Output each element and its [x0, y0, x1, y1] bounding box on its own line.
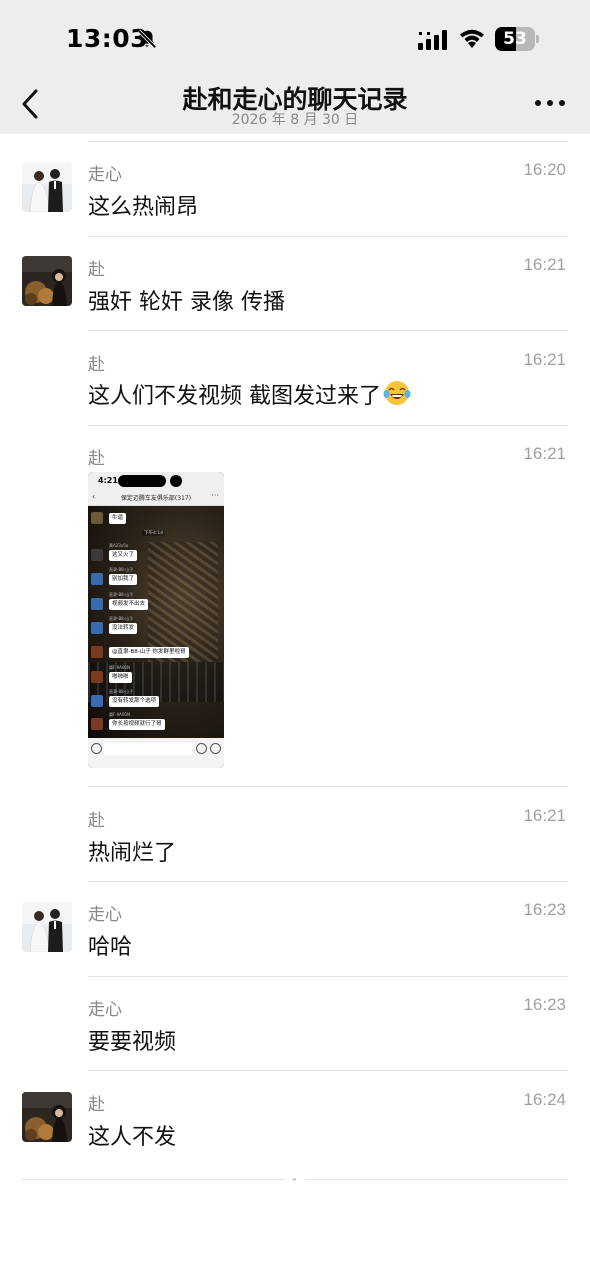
- battery-tip: [536, 35, 539, 43]
- sender-name: 赴: [88, 260, 105, 280]
- shot-avatar: [91, 573, 103, 585]
- message-time: 16:21: [523, 255, 566, 274]
- sender-name: 赴: [88, 355, 105, 375]
- sender-name: 赴: [88, 1095, 105, 1115]
- sender-name: 赴: [88, 811, 105, 831]
- shot-bubble: 啪啪啪: [109, 672, 132, 683]
- divider: [88, 141, 568, 142]
- message-time: 16:20: [523, 160, 566, 179]
- more-dots-icon[interactable]: [534, 98, 566, 108]
- message-text: 这么热闹昂: [88, 195, 199, 220]
- sender-name: 走心: [88, 1000, 122, 1020]
- bell-off-icon: [137, 29, 157, 49]
- cellular-signal-icon: [418, 30, 447, 50]
- divider: [88, 330, 568, 331]
- shot-bubble: 视频发不出去: [109, 599, 149, 610]
- message-text: 这人们不发视频 截图发过来了: [88, 384, 381, 409]
- message-text: 哈哈: [88, 935, 133, 960]
- shot-avatar: [91, 718, 103, 730]
- message-text-row: 这人们不发视频 截图发过来了: [88, 378, 411, 410]
- sender-name: 走心: [88, 165, 122, 185]
- shot-avatar: [91, 549, 103, 561]
- battery-percent: 53: [503, 29, 527, 49]
- shot-name: 直隶-B8-山子: [109, 567, 134, 572]
- shot-bubble: 别加我了: [109, 574, 138, 585]
- shot-dynamic-island: [118, 475, 166, 487]
- shot-avatar: [91, 671, 103, 683]
- message-text: 要要视频: [88, 1030, 177, 1055]
- end-divider-dot: [293, 1178, 296, 1181]
- divider: [88, 881, 568, 882]
- shot-center-time: 下午4:14: [142, 530, 166, 536]
- shot-input-box: [104, 743, 192, 755]
- shot-avatar: [91, 512, 103, 524]
- sender-name: 赴: [88, 449, 105, 469]
- message-text: 这人不发: [88, 1125, 177, 1150]
- shot-back-icon: ‹: [92, 492, 96, 501]
- end-divider-right: [305, 1179, 568, 1180]
- message-text: 强奸 轮奸 录像 传播: [88, 290, 285, 315]
- shot-emoji-icon: [196, 743, 207, 754]
- wifi-icon: [460, 29, 484, 48]
- divider: [88, 236, 568, 237]
- laughing-tears-emoji: [383, 381, 411, 405]
- shot-name: 直隶-B8-山子: [109, 592, 134, 597]
- shot-name: 冀F·9A00N: [109, 665, 130, 670]
- shot-background-detail: [148, 542, 218, 662]
- message-time: 16:23: [523, 900, 566, 919]
- image-attachment[interactable]: 4:21 ‹ 保定迈腾车友俱乐部(317) ··· 下午4:14 牛逼 黄A23…: [88, 472, 224, 768]
- shot-plus-icon: [210, 743, 221, 754]
- shot-bubble: 牛逼: [109, 513, 127, 524]
- message-time: 16:21: [523, 806, 566, 825]
- divider: [88, 1070, 568, 1071]
- shot-bubble: 这又火了: [109, 550, 138, 561]
- shot-bubble: 没法转发: [109, 623, 138, 634]
- shot-bubble: 你长按视频就行了哥: [109, 719, 165, 730]
- shot-input-bar: [88, 738, 224, 768]
- avatar-fu[interactable]: [22, 256, 72, 306]
- shot-more-icon: ···: [211, 491, 219, 500]
- shot-avatar: [91, 598, 103, 610]
- message-time: 16:24: [523, 1090, 566, 1109]
- avatar-fu[interactable]: [22, 1092, 72, 1142]
- shot-avatar: [91, 622, 103, 634]
- avatar-zouxin[interactable]: [22, 162, 72, 212]
- message-text: 热闹烂了: [88, 841, 177, 866]
- end-divider-left: [22, 1179, 285, 1180]
- message-time: 16:21: [523, 350, 566, 369]
- shot-camera-dot: [170, 475, 182, 487]
- sender-name: 走心: [88, 905, 122, 925]
- chat-date: 2026 年 8 月 30 日: [231, 112, 359, 128]
- battery-icon: 53: [495, 27, 539, 51]
- shot-group-title: 保定迈腾车友俱乐部(317): [120, 495, 192, 502]
- shot-voice-icon: [91, 743, 102, 754]
- message-time: 16:23: [523, 995, 566, 1014]
- shot-avatar: [91, 646, 103, 658]
- message-time: 16:21: [523, 444, 566, 463]
- divider: [88, 976, 568, 977]
- divider: [88, 786, 568, 787]
- top-bar: 13:03 53 赴和走心的聊天记录 2026 年 8 月 30 日: [0, 0, 590, 134]
- shot-name: 直隶-B8-山子: [109, 689, 134, 694]
- avatar-zouxin[interactable]: [22, 902, 72, 952]
- shot-time: 4:21: [98, 476, 118, 485]
- shot-name: 直隶-B8-山子: [109, 616, 134, 621]
- chevron-left-icon[interactable]: [16, 86, 48, 122]
- divider: [88, 425, 568, 426]
- shot-name: 冀F·9A00N: [109, 712, 130, 717]
- shot-avatar: [91, 695, 103, 707]
- status-bar: 13:03 53: [0, 0, 590, 80]
- shot-status-bar: 4:21: [88, 472, 224, 490]
- shot-bubble: 没有转发那个选项: [109, 696, 160, 707]
- shot-header: ‹ 保定迈腾车友俱乐部(317) ···: [88, 490, 224, 506]
- shot-name: 黄A23x5a: [109, 543, 129, 548]
- shot-bubble: @直隶-B8-山子 你发群里啦哥: [109, 647, 189, 658]
- battery-body: 53: [495, 27, 535, 51]
